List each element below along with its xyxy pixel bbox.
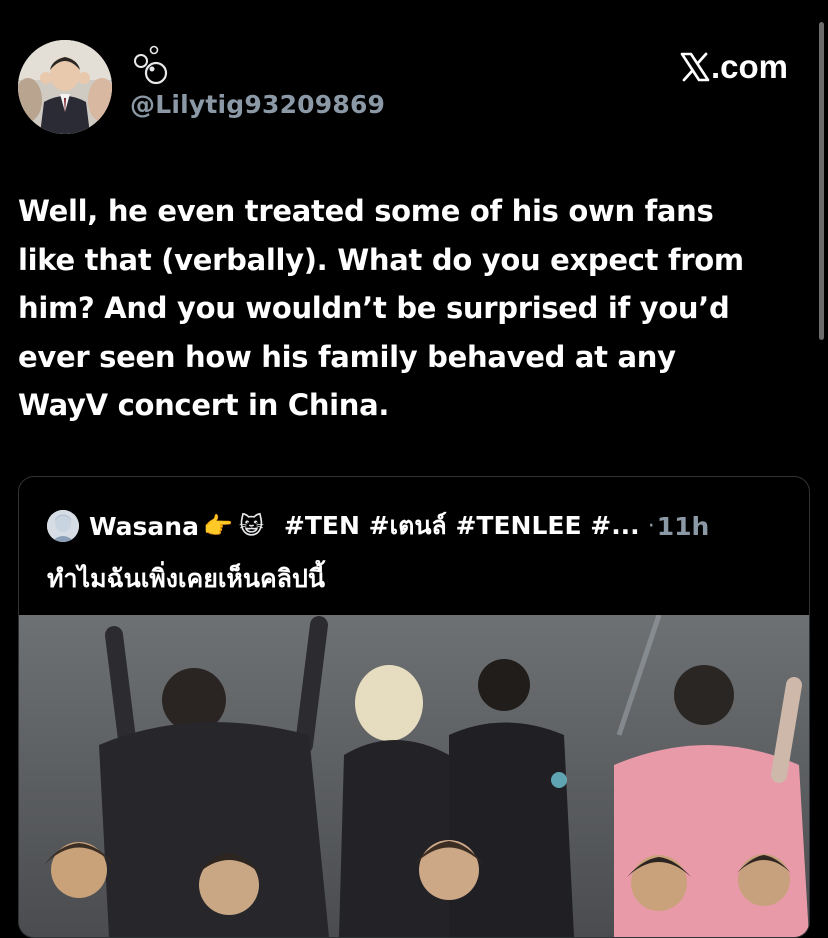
quoted-tweet-text: ทำไมฉันเพิ่งเคยเห็นคลิปนี้ bbox=[47, 564, 325, 593]
scrollbar[interactable] bbox=[819, 22, 824, 340]
cat-emoji: 😺 bbox=[238, 512, 264, 540]
quoted-tweet[interactable]: Wasana 👉 😺 #TEN #เตนล์ #TENLEE #... · 11… bbox=[18, 476, 810, 938]
tweet-body: Well, he even treated some of his own fa… bbox=[18, 187, 803, 430]
video-thumbnail[interactable] bbox=[19, 615, 809, 937]
quoted-author-name[interactable]: Wasana bbox=[89, 512, 199, 541]
tweet-line: Well, he even treated some of his own fa… bbox=[18, 194, 714, 228]
tweet-line: ever seen how his family behaved at any bbox=[18, 339, 676, 374]
tweet-line: him? And you wouldn’t be surprised if yo… bbox=[18, 291, 730, 325]
quoted-tweet-header: Wasana 👉 😺 #TEN #เตนล์ #TENLEE #... · 11… bbox=[47, 509, 709, 543]
avatar[interactable] bbox=[18, 40, 112, 134]
tweet-header: @Lilytig93209869 .com bbox=[18, 40, 808, 136]
bubbles-icon bbox=[130, 44, 172, 86]
author-handle[interactable]: @Lilytig93209869 bbox=[130, 90, 385, 119]
quoted-timestamp[interactable]: 11h bbox=[657, 512, 710, 541]
x-com-brand: .com bbox=[680, 48, 788, 86]
tweet-line: like that (verbally). What do you expect… bbox=[18, 242, 744, 277]
x-logo-icon bbox=[680, 52, 710, 82]
tweet-line: WayV concert in China. bbox=[18, 388, 390, 422]
pointing-hand-emoji: 👉 bbox=[202, 512, 233, 540]
quoted-avatar[interactable] bbox=[47, 510, 79, 542]
quoted-author-tags: #TEN #เตนล์ #TENLEE #... bbox=[283, 511, 640, 540]
separator-dot: · bbox=[647, 513, 655, 539]
brand-label: .com bbox=[710, 48, 788, 85]
